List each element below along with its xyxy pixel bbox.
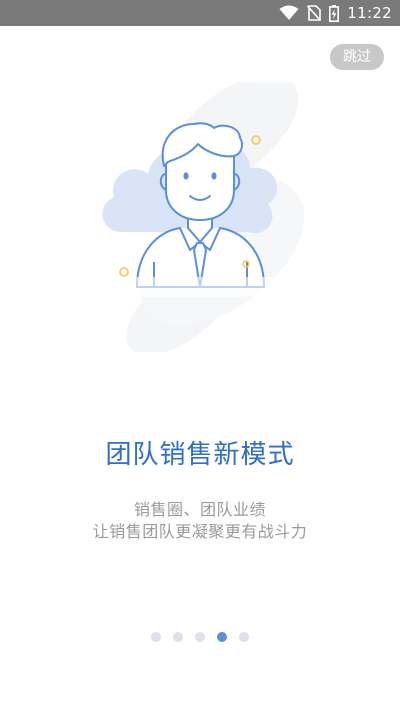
salesman-avatar-icon — [102, 82, 305, 352]
page-dot[interactable] — [195, 632, 205, 642]
status-icons: 11:22 — [279, 0, 392, 26]
battery-charging-icon — [329, 4, 340, 22]
page-title: 团队销售新模式 — [105, 440, 295, 470]
status-time: 11:22 — [347, 4, 392, 22]
wifi-icon — [279, 5, 299, 20]
page-dot[interactable] — [239, 632, 249, 642]
subtitle-line-1: 销售圈、团队业绩 — [133, 500, 266, 519]
subtitle-line-2: 让销售团队更凝聚更有战斗力 — [92, 522, 308, 541]
page-indicator — [0, 632, 400, 642]
no-sim-icon — [307, 5, 322, 21]
status-bar: 11:22 — [0, 0, 400, 26]
page-dot[interactable] — [173, 632, 183, 642]
skip-button[interactable]: 跳过 — [330, 44, 384, 70]
page-dot[interactable] — [151, 632, 161, 642]
page-dot-active[interactable] — [217, 632, 227, 642]
onboarding-screen: 11:22 跳过 团队销售新模式 销售圈、团队业绩 让销售团队更凝聚更有战斗力 — [0, 0, 400, 711]
